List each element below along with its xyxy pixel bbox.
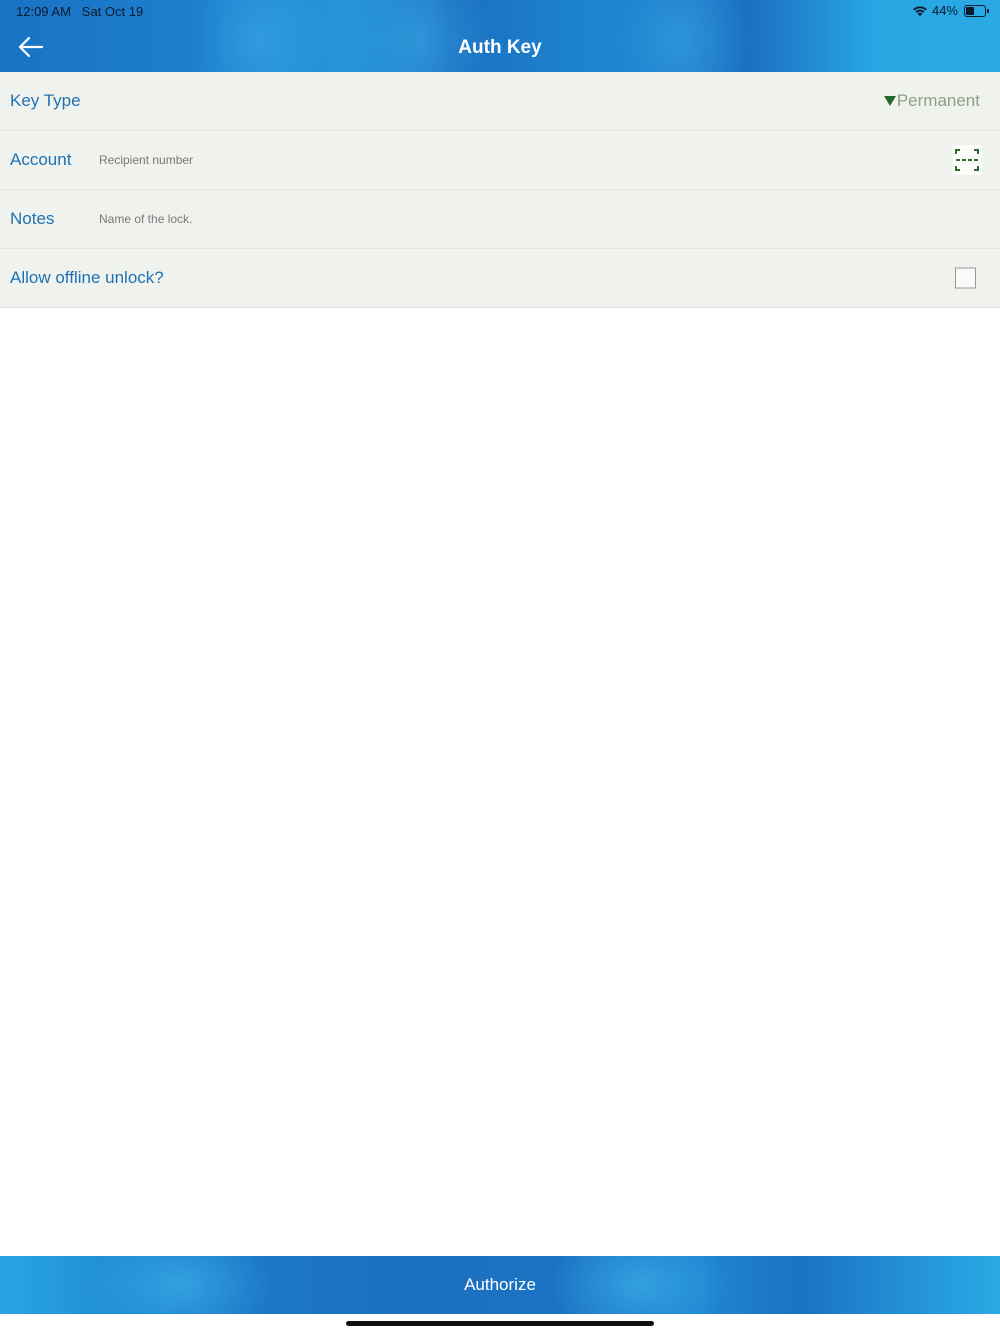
- notes-label: Notes: [10, 209, 55, 228]
- status-date: Sat Oct 19: [81, 4, 144, 19]
- notes-input[interactable]: [97, 204, 901, 234]
- triangle-down-icon: [883, 96, 896, 106]
- nav-header: 12:09 AM Sat Oct 19 44% Auth Key: [0, 0, 1000, 72]
- account-input[interactable]: [97, 145, 901, 175]
- wifi-icon: [913, 5, 927, 16]
- battery-percent: 44%: [931, 3, 958, 18]
- account-row: Account: [0, 131, 1000, 190]
- auth-key-form: Key Type Permanent Account Notes Allow o…: [0, 72, 1000, 308]
- offline-unlock-row: Allow offline unlock?: [0, 249, 1000, 308]
- home-indicator: [346, 1321, 654, 1326]
- scan-icon: [955, 149, 979, 171]
- status-time: 12:09 AM: [16, 4, 71, 19]
- account-label: Account: [10, 150, 72, 169]
- status-time-date: 12:09 AM Sat Oct 19: [16, 4, 143, 19]
- offline-unlock-label: Allow offline unlock?: [10, 268, 164, 287]
- scan-button[interactable]: [952, 145, 982, 175]
- key-type-row: Key Type Permanent: [0, 72, 1000, 131]
- key-type-dropdown[interactable]: Permanent: [883, 91, 980, 111]
- authorize-button[interactable]: Authorize: [0, 1256, 1000, 1314]
- key-type-label: Key Type: [10, 91, 81, 110]
- notes-row: Notes: [0, 190, 1000, 249]
- status-bar: 12:09 AM Sat Oct 19 44%: [0, 0, 1000, 24]
- offline-unlock-checkbox[interactable]: [955, 267, 976, 289]
- status-indicators: 44%: [912, 3, 989, 18]
- key-type-value: Permanent: [896, 91, 980, 110]
- page-title: Auth Key: [458, 37, 542, 58]
- battery-icon: [964, 4, 989, 17]
